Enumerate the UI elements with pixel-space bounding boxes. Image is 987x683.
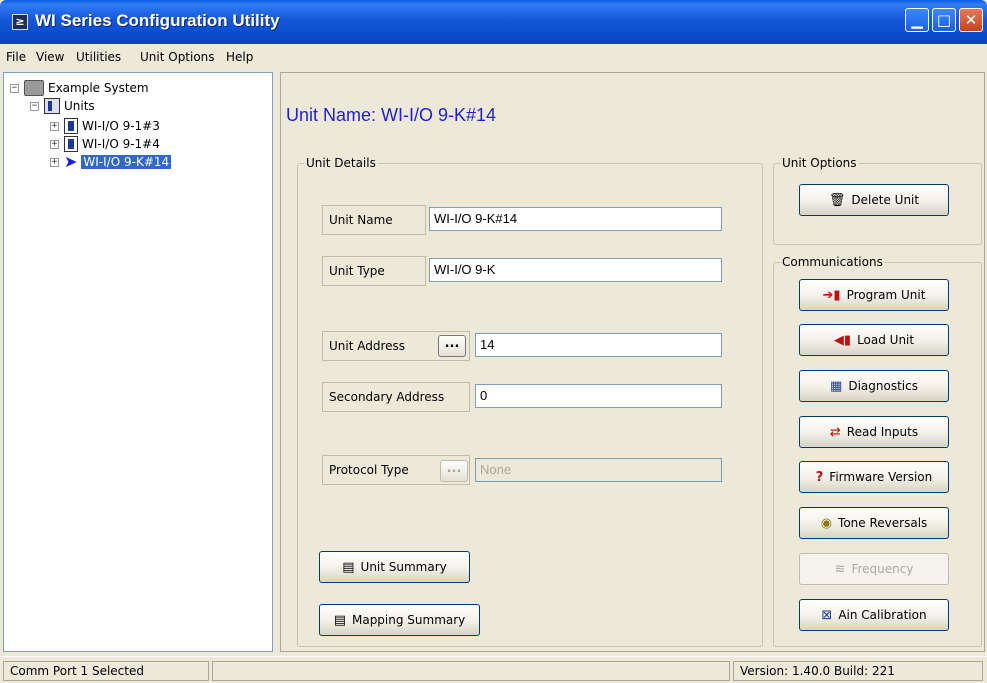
delete-unit-label: Delete Unit [851, 193, 920, 207]
firmware-version-button[interactable]: ? Firmware Version [799, 461, 949, 493]
unit-type-label: Unit Type [322, 256, 426, 286]
document-icon: ▤ [333, 612, 346, 628]
unit-name-label: Unit Name [322, 205, 426, 235]
status-version: Version: 1.40.0 Build: 221 [733, 661, 983, 681]
ain-calibration-button[interactable]: ⊠ Ain Calibration [799, 599, 949, 631]
arrow-pointer-icon: ➤ [64, 152, 78, 171]
tree-item[interactable]: + WI-I/O 9-1#4 [50, 135, 160, 153]
load-unit-label: Load Unit [857, 333, 915, 347]
load-unit-icon: ◀▮ [833, 332, 852, 348]
tree-item-label: WI-I/O 9-1#3 [82, 119, 160, 133]
menu-bar: File View Utilities Unit Options Help [0, 44, 987, 70]
read-inputs-label: Read Inputs [846, 425, 919, 439]
unit-type-field[interactable]: WI-I/O 9-K [429, 258, 722, 282]
unit-address-field[interactable]: 14 [475, 333, 722, 357]
trash-icon: 🗑 [828, 192, 846, 208]
tree-root[interactable]: − Example System [10, 79, 149, 97]
menu-utilities[interactable]: Utilities [76, 50, 121, 64]
app-window: ≥ WI Series Configuration Utility ▁ □ ✕ … [0, 0, 987, 683]
tone-reversals-label: Tone Reversals [838, 516, 928, 530]
system-icon [24, 80, 44, 96]
collapse-icon[interactable]: − [30, 101, 39, 111]
expand-icon[interactable]: + [50, 121, 59, 131]
expand-icon[interactable]: + [50, 157, 59, 167]
tree-item-label: WI-I/O 9-1#4 [82, 137, 160, 151]
secondary-address-label: Secondary Address [322, 382, 470, 412]
read-inputs-icon: ⇄ [829, 424, 841, 440]
unit-address-browse-button[interactable]: ... [438, 335, 466, 357]
document-icon: ▤ [342, 559, 355, 575]
status-middle [212, 661, 730, 681]
communications-legend: Communications [780, 255, 885, 269]
maximize-button[interactable]: □ [932, 8, 956, 32]
unit-icon [64, 118, 78, 134]
tree-root-label: Example System [48, 81, 149, 95]
read-inputs-button[interactable]: ⇄ Read Inputs [799, 416, 949, 448]
program-unit-button[interactable]: ➔▮ Program Unit [799, 279, 949, 311]
load-unit-button[interactable]: ◀▮ Load Unit [799, 324, 949, 356]
diagnostics-label: Diagnostics [848, 379, 918, 393]
menu-view[interactable]: View [36, 50, 64, 64]
frequency-label: Frequency [851, 562, 914, 576]
unit-name-heading: Unit Name: WI-I/O 9-K#14 [286, 105, 497, 125]
unit-name-field[interactable]: WI-I/O 9-K#14 [429, 207, 722, 231]
unit-summary-button[interactable]: ▤ Unit Summary [319, 551, 470, 583]
mapping-summary-label: Mapping Summary [351, 613, 466, 627]
tree-units-label: Units [64, 99, 95, 113]
program-unit-label: Program Unit [846, 288, 926, 302]
expand-icon[interactable]: + [50, 139, 59, 149]
firmware-version-label: Firmware Version [829, 470, 933, 484]
status-comm-port: Comm Port 1 Selected [3, 661, 209, 681]
close-button[interactable]: ✕ [959, 8, 983, 32]
mapping-summary-button[interactable]: ▤ Mapping Summary [319, 604, 480, 636]
protocol-type-browse-button[interactable]: ... [440, 460, 468, 482]
unit-summary-label: Unit Summary [360, 560, 447, 574]
collapse-icon[interactable]: − [10, 83, 19, 93]
unit-options-legend: Unit Options [780, 156, 859, 170]
calibration-icon: ⊠ [821, 607, 833, 623]
unit-details-legend: Unit Details [304, 156, 378, 170]
tree-item-label: WI-I/O 9-K#14 [81, 155, 172, 169]
window-title: WI Series Configuration Utility [35, 11, 280, 30]
chart-icon: ▦ [830, 378, 843, 394]
frequency-button[interactable]: ≋ Frequency [799, 553, 949, 585]
frequency-icon: ≋ [834, 561, 846, 577]
diagnostics-button[interactable]: ▦ Diagnostics [799, 370, 949, 402]
tree-item[interactable]: + WI-I/O 9-1#3 [50, 117, 160, 135]
unit-tree[interactable]: − Example System − Units + WI-I/O 9-1#3 … [3, 72, 273, 652]
communications-group: Communications [773, 255, 982, 647]
units-icon [44, 98, 60, 114]
tree-item-selected[interactable]: + ➤ WI-I/O 9-K#14 [50, 152, 172, 171]
delete-unit-button[interactable]: 🗑 Delete Unit [799, 184, 949, 216]
title-bar[interactable]: ≥ WI Series Configuration Utility ▁ □ ✕ [0, 0, 987, 44]
protocol-type-field[interactable]: None [475, 458, 722, 482]
secondary-address-field[interactable]: 0 [475, 384, 722, 408]
menu-unit-options[interactable]: Unit Options [140, 50, 215, 64]
menu-help[interactable]: Help [226, 50, 253, 64]
tone-reversals-button[interactable]: ◉ Tone Reversals [799, 507, 949, 539]
tree-units-group[interactable]: − Units [30, 97, 95, 115]
program-unit-icon: ➔▮ [822, 287, 841, 303]
minimize-button[interactable]: ▁ [905, 8, 929, 32]
ain-calibration-label: Ain Calibration [838, 608, 927, 622]
app-icon: ≥ [12, 14, 28, 30]
status-bar: Comm Port 1 Selected Version: 1.40.0 Bui… [0, 656, 987, 683]
menu-file[interactable]: File [6, 50, 26, 64]
tone-icon: ◉ [820, 515, 833, 531]
question-icon: ? [815, 469, 824, 485]
unit-icon [64, 136, 78, 152]
